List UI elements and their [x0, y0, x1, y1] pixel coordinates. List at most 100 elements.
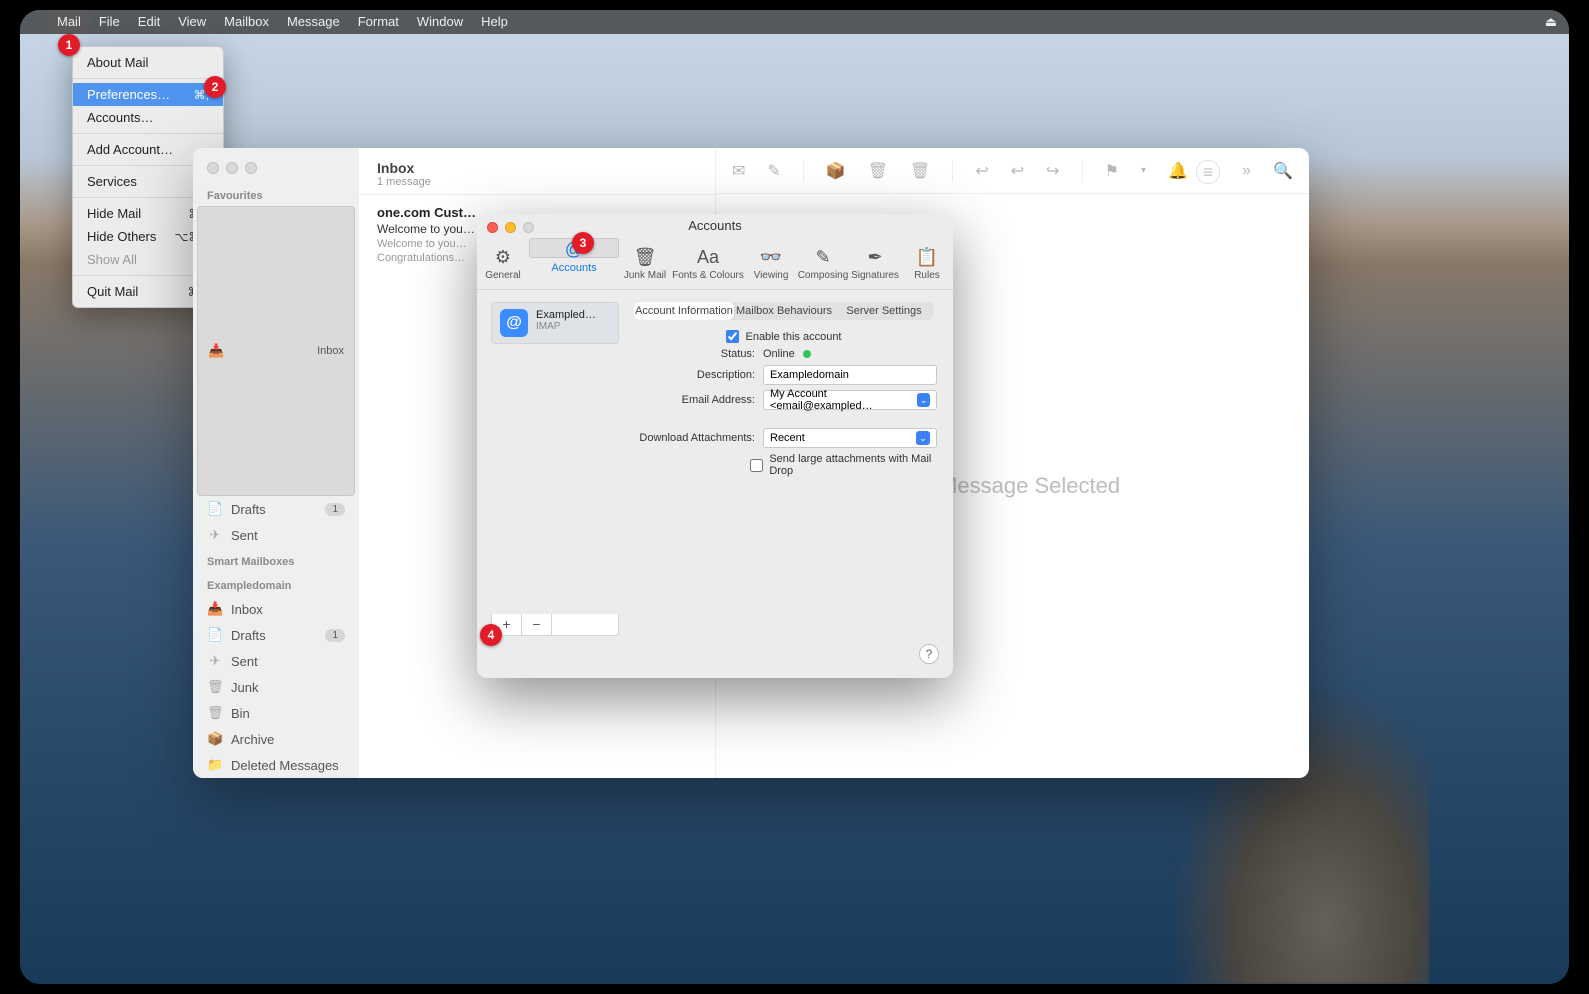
- sidebar-header-favourites: Favourites: [193, 182, 359, 206]
- win-close-icon[interactable]: [207, 162, 219, 174]
- flag-icon[interactable]: ⚑: [1105, 161, 1119, 181]
- enable-account-checkbox[interactable]: [726, 330, 739, 343]
- reply-all-icon[interactable]: ↩: [1011, 161, 1024, 181]
- seg-account-info[interactable]: Account Information: [634, 302, 734, 320]
- forward-icon[interactable]: ↪: [1046, 161, 1059, 181]
- pref-tabs: ⚙General @Accounts 🗑Junk Mail AaFonts & …: [477, 238, 953, 290]
- sidebar-header-smart: Smart Mailboxes: [193, 548, 359, 572]
- seg-server-settings[interactable]: Server Settings: [834, 302, 934, 320]
- junk-icon[interactable]: 🗑: [910, 161, 930, 181]
- glasses-icon: 👓: [760, 247, 782, 268]
- tab-rules[interactable]: 📋Rules: [901, 238, 953, 289]
- menu-format[interactable]: Format: [349, 10, 408, 34]
- junk-icon: 🗑: [634, 247, 657, 268]
- account-segmented[interactable]: Account Information Mailbox Behaviours S…: [634, 302, 934, 320]
- remove-account-button[interactable]: −: [522, 614, 552, 635]
- menu-preferences[interactable]: Preferences…⌘,: [73, 83, 223, 106]
- font-icon: Aa: [697, 247, 719, 268]
- maildrop-label: Send large attachments with Mail Drop: [769, 453, 937, 477]
- email-address-select[interactable]: My Account <email@exampled…⌄: [763, 390, 937, 410]
- at-icon: @: [500, 309, 528, 337]
- folder-icon: 📁: [207, 757, 223, 773]
- account-name: Exampled…: [536, 309, 608, 321]
- sidebar-drafts[interactable]: 📄Drafts1: [193, 622, 359, 648]
- menu-help[interactable]: Help: [472, 10, 517, 34]
- tab-general[interactable]: ⚙General: [477, 238, 529, 289]
- archive-icon: 📦: [207, 731, 223, 747]
- status-value: Online: [763, 348, 795, 360]
- menu-file[interactable]: File: [90, 10, 129, 34]
- msglist-count: 1 message: [377, 176, 697, 188]
- sidebar-fav-sent[interactable]: ✈Sent: [193, 522, 359, 548]
- help-button[interactable]: ?: [919, 644, 939, 664]
- reader-toolbar: ✉ ✎ 📦 🗑 🗑 ↩ ↩ ↪ ⚑ ▾ 🔔 » 🔍: [716, 148, 1309, 194]
- menu-message[interactable]: Message: [278, 10, 349, 34]
- email-label: Email Address:: [631, 394, 763, 406]
- tab-composing[interactable]: ✎Composing: [797, 238, 849, 289]
- sidebar-sent[interactable]: ✈Sent: [193, 648, 359, 674]
- menu-mail[interactable]: Mail: [48, 10, 90, 34]
- status-label: Status:: [631, 348, 763, 360]
- menu-edit[interactable]: Edit: [129, 10, 169, 34]
- tab-fonts[interactable]: AaFonts & Colours: [671, 238, 745, 289]
- account-actions-spacer: [552, 614, 618, 635]
- accounts-list: @ Exampled… IMAP: [491, 302, 619, 344]
- description-label: Description:: [631, 369, 763, 381]
- envelope-icon[interactable]: ✉: [732, 161, 745, 181]
- rules-icon: 📋: [916, 247, 938, 268]
- sidebar-fav-inbox[interactable]: 📥Inbox: [197, 206, 355, 496]
- inbox-icon: 📥: [208, 343, 224, 359]
- sidebar-bin[interactable]: 🗑Bin: [193, 700, 359, 726]
- description-input[interactable]: [763, 365, 937, 385]
- archive-icon[interactable]: 📦: [826, 161, 846, 181]
- menu-mailbox[interactable]: Mailbox: [215, 10, 278, 34]
- sidebar-junk[interactable]: 🗑Junk: [193, 674, 359, 700]
- filter-icon[interactable]: ≡: [1196, 160, 1220, 184]
- tab-signatures[interactable]: ✒Signatures: [849, 238, 901, 289]
- seg-mailbox-behaviours[interactable]: Mailbox Behaviours: [734, 302, 834, 320]
- chevron-down-icon[interactable]: ▾: [1141, 165, 1146, 176]
- sent-icon: ✈: [207, 527, 223, 543]
- drafts-icon: 📄: [207, 627, 223, 643]
- search-icon[interactable]: 🔍: [1273, 161, 1293, 181]
- step-badge-2: 2: [204, 76, 226, 98]
- mute-icon[interactable]: 🔔: [1168, 161, 1188, 181]
- menu-view[interactable]: View: [169, 10, 215, 34]
- sidebar-header-account: Exampledomain: [193, 572, 359, 596]
- signature-icon: ✒: [867, 247, 882, 268]
- gear-icon: ⚙: [495, 247, 511, 268]
- step-badge-1: 1: [58, 34, 80, 56]
- sidebar-inbox[interactable]: 📥Inbox: [193, 596, 359, 622]
- status-online-dot-icon: [803, 350, 811, 358]
- sidebar-archive[interactable]: 📦Archive: [193, 726, 359, 752]
- menu-window[interactable]: Window: [408, 10, 472, 34]
- menu-about-mail[interactable]: About Mail: [73, 51, 223, 74]
- compose-icon[interactable]: ✎: [767, 161, 780, 181]
- trash-icon[interactable]: 🗑: [868, 161, 888, 181]
- account-row[interactable]: @ Exampled… IMAP: [492, 303, 618, 343]
- menu-accounts[interactable]: Accounts…: [73, 106, 223, 129]
- more-icon[interactable]: »: [1242, 162, 1251, 180]
- win-min-icon[interactable]: [226, 162, 238, 174]
- chevron-updown-icon: ⌄: [917, 393, 930, 407]
- maildrop-checkbox[interactable]: [750, 459, 763, 472]
- accounts-preferences-window: Accounts ⚙General @Accounts 🗑Junk Mail A…: [477, 214, 953, 678]
- inbox-icon: 📥: [207, 601, 223, 617]
- win-max-icon[interactable]: [245, 162, 257, 174]
- tab-junk[interactable]: 🗑Junk Mail: [619, 238, 671, 289]
- sidebar-deleted[interactable]: 📁Deleted Messages: [193, 752, 359, 778]
- account-detail: Account Information Mailbox Behaviours S…: [625, 290, 953, 678]
- drafts-icon: 📄: [207, 501, 223, 517]
- reply-icon[interactable]: ↩: [975, 161, 988, 181]
- menubar: Mail File Edit View Mailbox Message Form…: [20, 10, 1569, 34]
- download-label: Download Attachments:: [631, 432, 763, 444]
- account-type: IMAP: [536, 321, 608, 332]
- sidebar-fav-drafts[interactable]: 📄Drafts1: [193, 496, 359, 522]
- chevron-updown-icon: ⌄: [916, 431, 930, 445]
- download-attachments-select[interactable]: Recent⌄: [763, 428, 937, 448]
- msglist-title: Inbox: [377, 160, 697, 176]
- tab-viewing[interactable]: 👓Viewing: [745, 238, 797, 289]
- compose-icon: ✎: [815, 247, 830, 268]
- pref-title: Accounts: [477, 214, 953, 238]
- lock-icon[interactable]: ⏏: [1545, 14, 1557, 30]
